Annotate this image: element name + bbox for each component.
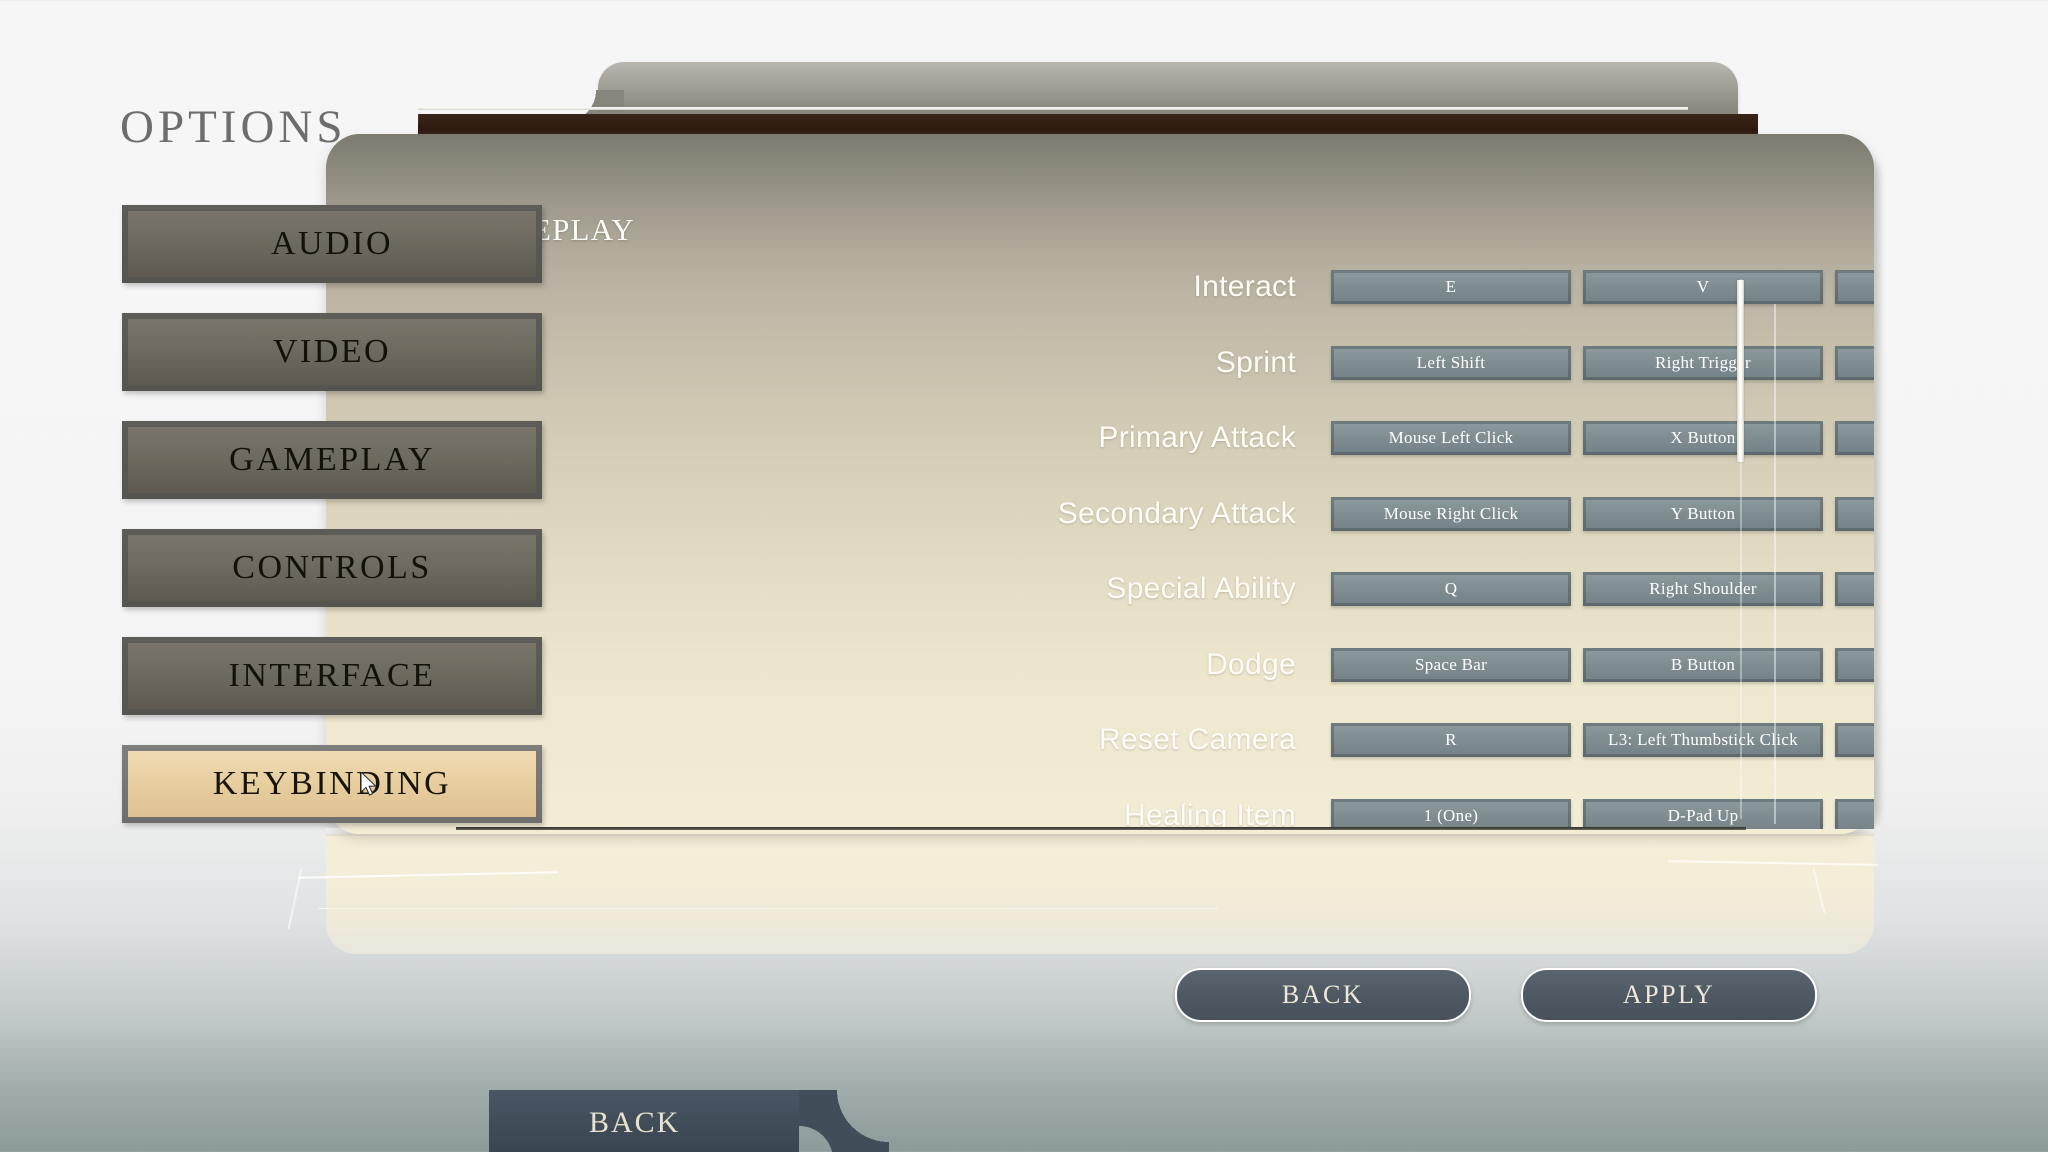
bottom-back-tab[interactable]: BACK — [489, 1090, 889, 1152]
table-row: Healing Item 1 (One) D-Pad Up — [326, 783, 1874, 830]
keybinding-gamepad-button[interactable]: RT — [1835, 345, 1874, 380]
keybinding-gamepad-button[interactable]: A — [1835, 270, 1874, 304]
keybinding-action-label: Special Ability — [1106, 572, 1296, 605]
keybinding-action-label: Sprint — [1215, 345, 1296, 379]
back-button[interactable]: BACK — [1175, 968, 1471, 1022]
sidebar-item-keybinding-inner: KEYBINDING — [128, 751, 536, 817]
keybinding-gamepad-button[interactable]: X — [1835, 421, 1874, 455]
sidebar-item-interface-inner: INTERFACE — [128, 643, 536, 709]
keybinding-action-label: Interact — [1193, 270, 1296, 303]
keybinding-secondary-button[interactable]: Right Shoulder — [1583, 572, 1823, 606]
keybinding-secondary-button[interactable]: D-Pad Up — [1583, 798, 1823, 829]
keybinding-secondary-button[interactable]: X Button — [1583, 421, 1823, 455]
keybinding-primary-label: E — [1445, 277, 1457, 296]
keybinding-primary-button[interactable]: Space Bar — [1331, 647, 1571, 682]
mouse-cursor-icon — [361, 772, 377, 796]
keybinding-gamepad-button[interactable]: L — [1835, 723, 1874, 757]
scrollbar-thumb[interactable] — [1737, 280, 1744, 462]
sidebar-item-gameplay-inner: GAMEPLAY — [128, 427, 536, 493]
sidebar-item-audio-inner: AUDIO — [128, 211, 536, 277]
keybinding-primary-label: 1 (One) — [1423, 805, 1479, 825]
keybinding-secondary-button[interactable]: L3: Left Thumbstick Click — [1583, 723, 1823, 757]
keybinding-primary-label: Space Bar — [1414, 654, 1488, 674]
keybinding-action-label: Dodge — [1206, 647, 1296, 681]
panel-bracket-decoration — [318, 908, 1218, 909]
sidebar-item-label: VIDEO — [272, 333, 392, 370]
back-button-label: BACK — [1281, 980, 1365, 1009]
keybinding-secondary-label: B Button — [1670, 654, 1736, 674]
table-row: Interact E V A — [326, 254, 1874, 330]
keybinding-action-label: Secondary Attack — [1057, 496, 1296, 530]
keybinding-secondary-label: Y Button — [1670, 503, 1736, 523]
keybinding-primary-button[interactable]: Mouse Right Click — [1331, 496, 1571, 531]
keybinding-gamepad-button[interactable]: RB — [1835, 572, 1874, 606]
keybinding-secondary-button[interactable]: Y Button — [1583, 496, 1823, 531]
sidebar-item-audio[interactable]: AUDIO — [122, 205, 542, 283]
sidebar-item-label: KEYBINDING — [212, 765, 452, 802]
keybinding-primary-button[interactable]: R — [1331, 723, 1571, 757]
sidebar-item-keybinding[interactable]: KEYBINDING — [122, 745, 542, 823]
panel-bracket-decoration — [287, 868, 303, 930]
apply-button[interactable]: APPLY — [1521, 968, 1817, 1022]
options-sidebar: AUDIO VIDEO GAMEPLAY CONTROLS INTERFACE … — [122, 205, 542, 853]
sidebar-item-video-inner: VIDEO — [128, 319, 536, 385]
keybinding-primary-button[interactable]: E — [1331, 270, 1571, 304]
keybinding-action-label: Healing Item — [1123, 798, 1296, 830]
keybinding-primary-label: Q — [1444, 579, 1458, 598]
table-row: Primary Attack Mouse Left Click X Button… — [326, 405, 1874, 481]
table-row: Dodge Space Bar B Button B — [326, 632, 1874, 708]
bottom-tab-curve-decoration — [799, 1090, 889, 1152]
sidebar-item-controls[interactable]: CONTROLS — [122, 529, 542, 607]
panel-hairline-decoration — [418, 107, 1688, 110]
table-row: Special Ability Q Right Shoulder RB — [326, 556, 1874, 632]
sidebar-item-label: CONTROLS — [232, 549, 432, 586]
keybinding-primary-button[interactable]: Mouse Left Click — [1331, 421, 1571, 455]
sidebar-item-gameplay[interactable]: GAMEPLAY — [122, 421, 542, 499]
keybinding-gamepad-button[interactable]: B — [1835, 647, 1874, 682]
keybinding-secondary-label: D-Pad Up — [1667, 805, 1739, 825]
sidebar-item-interface[interactable]: INTERFACE — [122, 637, 542, 715]
keybinding-primary-button[interactable]: 1 (One) — [1331, 798, 1571, 829]
page-title: OPTIONS — [120, 101, 347, 153]
bottom-back-tab-label: BACK — [589, 1106, 681, 1139]
keybinding-gamepad-button[interactable]: Y — [1835, 496, 1874, 531]
sidebar-item-controls-inner: CONTROLS — [128, 535, 536, 601]
keybinding-gamepad-button[interactable] — [1835, 798, 1874, 829]
panel-lower-area — [326, 834, 1874, 954]
keybinding-secondary-button[interactable]: B Button — [1583, 647, 1823, 682]
table-row: Reset Camera R L3: Left Thumbstick Click… — [326, 707, 1874, 783]
keybinding-action-label: Primary Attack — [1098, 421, 1296, 454]
keybinding-secondary-button[interactable]: V — [1583, 270, 1823, 304]
keybinding-primary-label: R — [1445, 730, 1457, 749]
sidebar-item-label: GAMEPLAY — [229, 441, 435, 478]
table-row: Secondary Attack Mouse Right Click Y But… — [326, 481, 1874, 557]
keybinding-primary-button[interactable]: Left Shift — [1331, 345, 1571, 380]
list-bottom-divider — [456, 827, 1746, 830]
sidebar-item-video[interactable]: VIDEO — [122, 313, 542, 391]
sidebar-item-label: INTERFACE — [228, 657, 436, 694]
keybinding-primary-button[interactable]: Q — [1331, 572, 1571, 606]
keybinding-primary-label: Mouse Left Click — [1388, 428, 1514, 447]
keybinding-panel: GAMEPLAY Interact E V A Sprint Left Shif… — [287, 62, 1938, 992]
keybinding-action-label: Reset Camera — [1098, 723, 1296, 756]
keybinding-secondary-label: V — [1696, 277, 1710, 296]
scrollbar-secondary-line-decoration — [1774, 304, 1776, 824]
sidebar-item-label: AUDIO — [270, 225, 394, 262]
keybinding-secondary-button[interactable]: Right Trigger — [1583, 345, 1823, 380]
keybinding-secondary-label: X Button — [1670, 428, 1736, 447]
table-row: Sprint Left Shift Right Trigger RT — [326, 330, 1874, 406]
keybinding-list: Interact E V A Sprint Left Shift Right T… — [326, 254, 1874, 829]
apply-button-label: APPLY — [1622, 980, 1716, 1009]
panel-content: GAMEPLAY Interact E V A Sprint Left Shif… — [326, 134, 1874, 834]
keybinding-primary-label: Mouse Right Click — [1383, 503, 1519, 523]
keybinding-secondary-label: L3: Left Thumbstick Click — [1608, 730, 1798, 749]
keybinding-primary-label: Left Shift — [1416, 352, 1486, 372]
